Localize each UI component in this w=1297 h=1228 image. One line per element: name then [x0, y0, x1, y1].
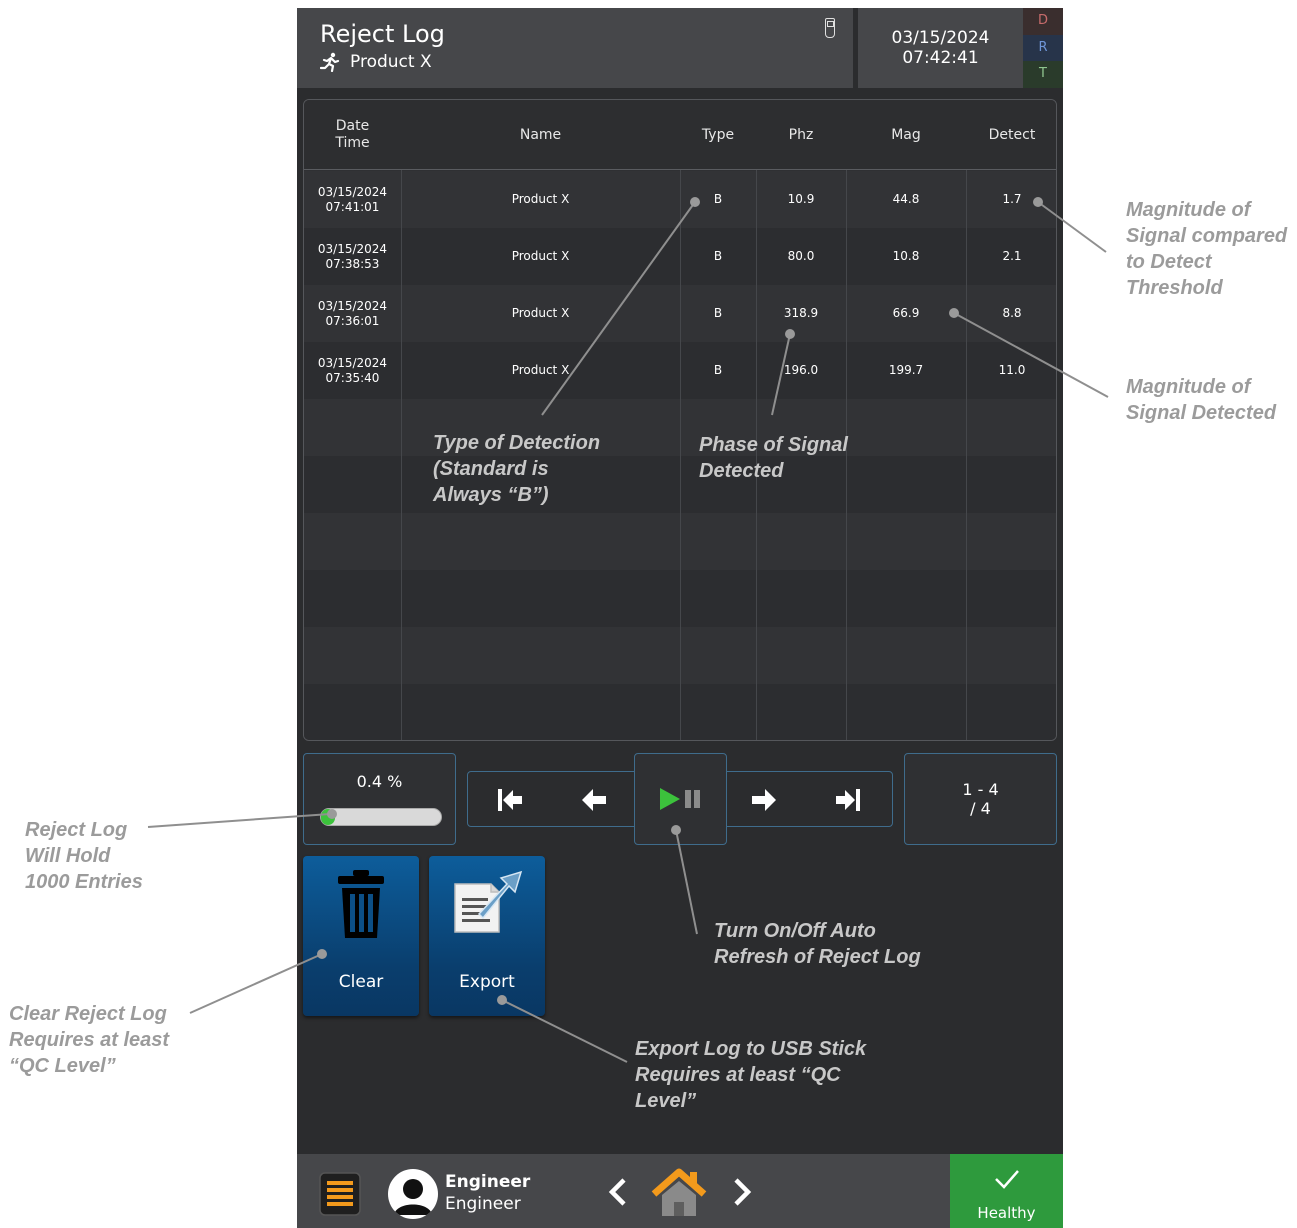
column-header-type[interactable]: Type [680, 100, 756, 170]
first-page-button[interactable] [482, 772, 538, 828]
annotation-auto-refresh: Turn On/Off Auto Refresh of Reject Log [714, 920, 921, 968]
last-page-icon [836, 789, 860, 811]
footer-bar: Engineer Engineer Healthy [297, 1154, 1063, 1228]
cell-phz: 10.9 [787, 192, 815, 206]
user-name: Engineer [445, 1172, 531, 1192]
health-status-button[interactable]: Healthy [950, 1154, 1063, 1228]
user-avatar-icon[interactable] [388, 1169, 438, 1219]
log-capacity-indicator: 0.4 % [303, 753, 456, 845]
column-header-name[interactable]: Name [401, 100, 680, 170]
cell-mag: 199.7 [888, 363, 924, 377]
clock-date: 03/15/2024 [891, 28, 990, 48]
first-page-icon [498, 789, 522, 811]
annotation-clear: Clear Reject Log Requires at least “QC L… [9, 1003, 170, 1077]
table-header: Date Time Name Type Phz Mag Detect [304, 100, 1056, 170]
last-page-button[interactable] [820, 772, 876, 828]
active-product[interactable]: Product X [320, 52, 432, 72]
export-button[interactable]: Export [429, 856, 545, 1016]
cell-datetime: 03/15/2024 07:35:40 [317, 355, 388, 385]
clock-time: 07:42:41 [902, 48, 979, 68]
chevron-left-icon[interactable] [605, 1176, 631, 1208]
user-role: Engineer [445, 1194, 521, 1214]
cell-detect: 11.0 [998, 363, 1026, 377]
reject-log-table[interactable]: 03/15/2024 07:41:01 Product X B 10.9 44.8 1.7… [303, 99, 1057, 741]
usb-icon [825, 18, 835, 38]
prev-page-button[interactable] [566, 772, 622, 828]
cell-type: B [713, 306, 723, 320]
annotation-export: Export Log to USB Stick Requires at leas… [635, 1038, 867, 1112]
capacity-bar [320, 808, 442, 826]
cell-datetime: 03/15/2024 07:41:01 [317, 184, 388, 214]
cell-mag: 10.8 [892, 249, 920, 263]
checkmark-icon [995, 1170, 1019, 1189]
page-total: / 4 [970, 799, 991, 818]
running-person-icon [320, 52, 340, 72]
clear-button[interactable]: Clear [303, 856, 419, 1016]
cell-phz: 318.9 [783, 306, 819, 320]
annotation-detection-type: Type of Detection (Standard is Always “B… [433, 432, 601, 506]
cell-mag: 44.8 [892, 192, 920, 206]
clear-button-label: Clear [338, 972, 384, 992]
annotation-capacity: Reject Log Will Hold 1000 Entries [25, 819, 143, 893]
cell-detect: 2.1 [1002, 249, 1022, 263]
trash-icon [338, 870, 384, 938]
column-divider [966, 170, 967, 740]
capacity-bar-fill [321, 809, 335, 825]
column-header-datetime[interactable]: Date Time [304, 100, 401, 170]
chevron-right-icon[interactable] [729, 1176, 755, 1208]
cell-mag: 66.9 [892, 306, 920, 320]
cell-datetime: 03/15/2024 07:38:53 [317, 241, 388, 271]
cell-name: Product X [511, 249, 570, 263]
prev-page-icon [582, 789, 606, 811]
play-pause-icon [659, 788, 700, 810]
annotation-detect-threshold: Magnitude of Signal compared to Detect T… [1126, 199, 1288, 299]
clock: 03/15/2024 07:42:41 [858, 8, 1023, 88]
health-status-label: Healthy [977, 1204, 1036, 1222]
annotation-magnitude: Magnitude of Signal Detected [1126, 376, 1277, 424]
page-range: 1 - 4 [962, 780, 999, 799]
status-t: T [1023, 61, 1063, 88]
annotation-phase: Phase of Signal Detected [699, 434, 848, 482]
status-r: R [1023, 34, 1063, 62]
cell-datetime: 03/15/2024 07:36:01 [317, 298, 388, 328]
column-divider [680, 170, 681, 740]
cell-name: Product X [511, 192, 570, 206]
menu-icon[interactable] [319, 1172, 361, 1216]
column-header-mag[interactable]: Mag [846, 100, 966, 170]
home-icon[interactable] [651, 1168, 707, 1218]
header-bar: Reject Log Product X [297, 8, 853, 88]
cell-phz: 80.0 [787, 249, 815, 263]
capacity-percent: 0.4 % [356, 772, 403, 791]
next-page-button[interactable] [736, 772, 792, 828]
column-divider [401, 170, 402, 740]
cell-name: Product X [511, 363, 570, 377]
cell-type: B [713, 249, 723, 263]
status-indicators: D R T [1023, 8, 1063, 88]
cell-phz: 196.0 [783, 363, 819, 377]
auto-refresh-toggle-button[interactable] [634, 753, 727, 845]
column-header-detect[interactable]: Detect [966, 100, 1056, 170]
export-button-label: Export [459, 972, 515, 992]
cell-detect: 8.8 [1002, 306, 1022, 320]
page-title: Reject Log [320, 20, 445, 48]
status-d: D [1023, 8, 1063, 35]
cell-detect: 1.7 [1002, 192, 1022, 206]
product-name: Product X [350, 52, 432, 72]
page-indicator: 1 - 4 / 4 [904, 753, 1057, 845]
column-header-phz[interactable]: Phz [756, 100, 846, 170]
cell-type: B [713, 363, 723, 377]
cell-name: Product X [511, 306, 570, 320]
next-page-icon [752, 789, 776, 811]
cell-type: B [713, 192, 723, 206]
export-document-icon [454, 870, 523, 933]
